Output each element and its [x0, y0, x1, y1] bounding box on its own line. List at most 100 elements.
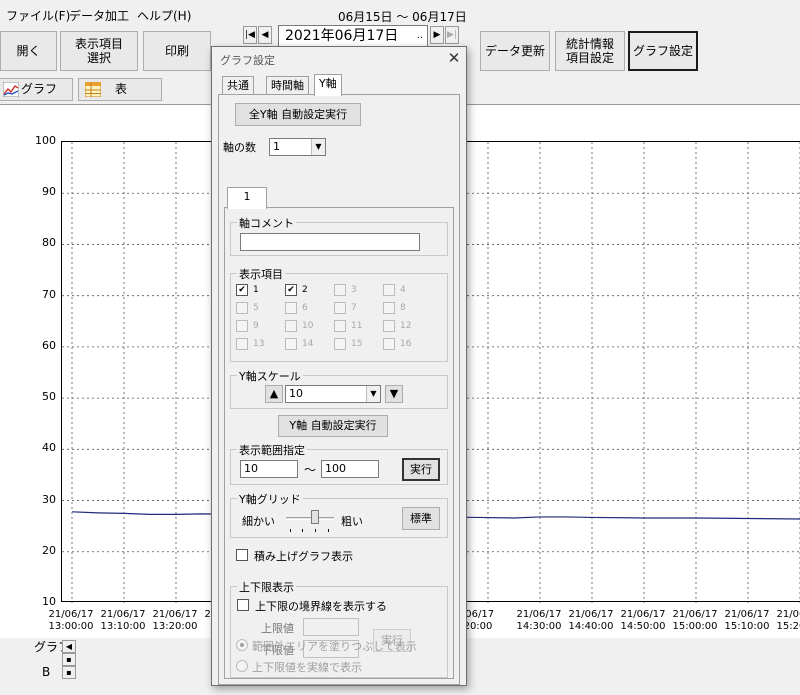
display-item-checkbox-2[interactable]: ✔ — [285, 284, 297, 296]
y-tick-label: 90 — [42, 185, 56, 199]
y-tick-label: 70 — [42, 287, 56, 301]
menu-file[interactable]: ファイル(F) — [6, 7, 70, 24]
display-item-checkbox-8[interactable] — [383, 302, 395, 314]
display-item-label: 10 — [302, 321, 314, 331]
range-max-input[interactable]: 100 — [321, 460, 379, 478]
radio-fill-outside-label: 範囲外エリアを塗りつぶして表示 — [252, 640, 417, 653]
scale-up-button[interactable]: ▲ — [265, 385, 283, 403]
chevron-down-icon: ▼ — [366, 386, 380, 402]
dialog-title: グラフ設定 — [220, 54, 275, 67]
triangle-down-icon: ▼ — [389, 387, 399, 400]
y-tick-label: 60 — [42, 338, 56, 352]
scroll-left-button[interactable]: ◀ — [62, 640, 76, 653]
graph-view-button[interactable]: グラフ — [0, 78, 73, 101]
display-item-checkbox-14[interactable] — [285, 338, 297, 350]
axis-1-panel: 軸コメント 表示項目 ✔ 1 ✔ 2 3 4 5 6 7 8 9 10 11 12 13 14 15 16 Y軸ス… — [224, 207, 454, 679]
date-range-label: 06月15日 〜 06月17日 — [338, 10, 467, 24]
display-item-checkbox-15[interactable] — [334, 338, 346, 350]
display-item-checkbox-3[interactable] — [334, 284, 346, 296]
tab-common[interactable]: 共通 — [222, 76, 254, 96]
print-button[interactable]: 印刷 — [143, 31, 211, 71]
date-field[interactable]: 2021年06月17日.. — [278, 25, 428, 47]
radio-solid-line[interactable] — [236, 660, 248, 672]
prev-first-button[interactable]: |◀ — [243, 26, 257, 44]
prev-button[interactable]: ◀ — [258, 26, 272, 44]
y-tick-label: 40 — [42, 441, 56, 455]
y-tick-label: 10 — [42, 595, 56, 608]
menu-help[interactable]: ヘルプ(H) — [137, 7, 191, 24]
display-item-label: 4 — [400, 285, 406, 295]
axis-comment-input[interactable] — [240, 233, 420, 251]
display-item-label: 3 — [351, 285, 357, 295]
display-item-label: 16 — [400, 339, 412, 349]
scroll-button-2[interactable]: ▪ — [62, 666, 76, 679]
stats-settings-button[interactable]: 統計情報 項目設定 — [555, 31, 625, 71]
grid-standard-button[interactable]: 標準 — [402, 507, 440, 530]
axis-count-select[interactable]: 1 ▼ — [269, 138, 326, 156]
subtab-axis-1[interactable]: 1 — [227, 187, 267, 209]
scale-down-button[interactable]: ▼ — [385, 385, 403, 403]
display-item-checkbox-16[interactable] — [383, 338, 395, 350]
display-item-checkbox-13[interactable] — [236, 338, 248, 350]
table-view-label: 表 — [115, 82, 128, 96]
y-tick-label: 20 — [42, 543, 56, 557]
upper-limit-input[interactable] — [303, 618, 359, 636]
dialog-body: 共通 時間軸 Y軸 全Y軸 自動設定実行 軸の数 1 ▼ 1 軸コメント 表示項… — [218, 74, 460, 685]
radio-solid-line-label: 上下限値を実線で表示 — [252, 661, 362, 674]
grid-coarse-label: 粗い — [341, 515, 363, 528]
data-update-button[interactable]: データ更新 — [480, 31, 550, 71]
show-limits-label: 上下限の境界線を表示する — [255, 600, 387, 613]
line-chart-icon — [3, 82, 19, 97]
y-tick-label: 100 — [35, 134, 56, 147]
display-items-group: 表示項目 ✔ 1 ✔ 2 3 4 5 6 7 8 9 10 11 12 13 14 15 16 — [230, 266, 448, 362]
range-min-input[interactable]: 10 — [240, 460, 298, 478]
grid-slider-thumb[interactable] — [311, 510, 319, 524]
display-item-checkbox-9[interactable] — [236, 320, 248, 332]
display-item-label: 7 — [351, 303, 357, 313]
next-button[interactable]: ▶ — [430, 26, 444, 44]
triangle-right-icon: ▶ — [433, 30, 441, 40]
display-item-checkbox-12[interactable] — [383, 320, 395, 332]
close-button[interactable]: ✕ — [444, 48, 464, 68]
menu-bar: ファイル(F) データ加工 ヘルプ(H) 06月15日 〜 06月17日 — [0, 0, 800, 28]
show-limits-checkbox[interactable] — [237, 599, 249, 611]
display-items-select-button[interactable]: 表示項目 選択 — [60, 31, 138, 71]
display-item-label: 6 — [302, 303, 308, 313]
table-view-button[interactable]: 表 — [78, 78, 162, 101]
display-item-label: 15 — [351, 339, 363, 349]
axis-comment-group: 軸コメント — [230, 215, 448, 256]
open-button[interactable]: 開く — [0, 31, 57, 71]
display-item-label: 8 — [400, 303, 406, 313]
display-item-checkbox-1[interactable]: ✔ — [236, 284, 248, 296]
display-item-label: 12 — [400, 321, 412, 331]
all-y-axis-auto-button[interactable]: 全Y軸 自動設定実行 — [235, 103, 361, 126]
y-scale-select[interactable]: 10 ▼ — [285, 385, 381, 403]
scroll-button-1[interactable]: ▪ — [62, 653, 76, 666]
triangle-left-icon: ◀ — [261, 30, 269, 40]
graph-settings-button[interactable]: グラフ設定 — [628, 31, 698, 71]
display-item-label: 1 — [253, 285, 259, 295]
range-execute-button[interactable]: 実行 — [402, 458, 440, 481]
display-item-checkbox-5[interactable] — [236, 302, 248, 314]
display-item-checkbox-4[interactable] — [383, 284, 395, 296]
display-item-checkbox-7[interactable] — [334, 302, 346, 314]
radio-fill-outside[interactable] — [236, 639, 248, 651]
display-item-label: 13 — [253, 339, 265, 349]
y-tick-label: 50 — [42, 390, 56, 404]
graph-view-label: グラフ — [21, 82, 58, 96]
table-icon — [85, 82, 101, 97]
display-item-label: 14 — [302, 339, 314, 349]
display-item-checkbox-11[interactable] — [334, 320, 346, 332]
x-tick-label: 21/06/17 15:20:00 — [776, 609, 800, 632]
tab-y-axis[interactable]: Y軸 — [314, 74, 342, 96]
menu-data-processing[interactable]: データ加工 — [69, 7, 129, 24]
y-axis-auto-button[interactable]: Y軸 自動設定実行 — [278, 415, 388, 437]
display-item-checkbox-6[interactable] — [285, 302, 297, 314]
next-last-button[interactable]: ▶| — [445, 26, 459, 44]
display-item-label: 5 — [253, 303, 259, 313]
y-axis-tab-panel: 全Y軸 自動設定実行 軸の数 1 ▼ 1 軸コメント 表示項目 ✔ 1 ✔ 2 3 4 5 6… — [218, 94, 460, 685]
tab-time-axis[interactable]: 時間軸 — [266, 76, 309, 96]
stacked-graph-checkbox[interactable] — [236, 549, 248, 561]
display-item-checkbox-10[interactable] — [285, 320, 297, 332]
display-range-group: 表示範囲指定 10 〜 100 実行 — [230, 442, 448, 485]
